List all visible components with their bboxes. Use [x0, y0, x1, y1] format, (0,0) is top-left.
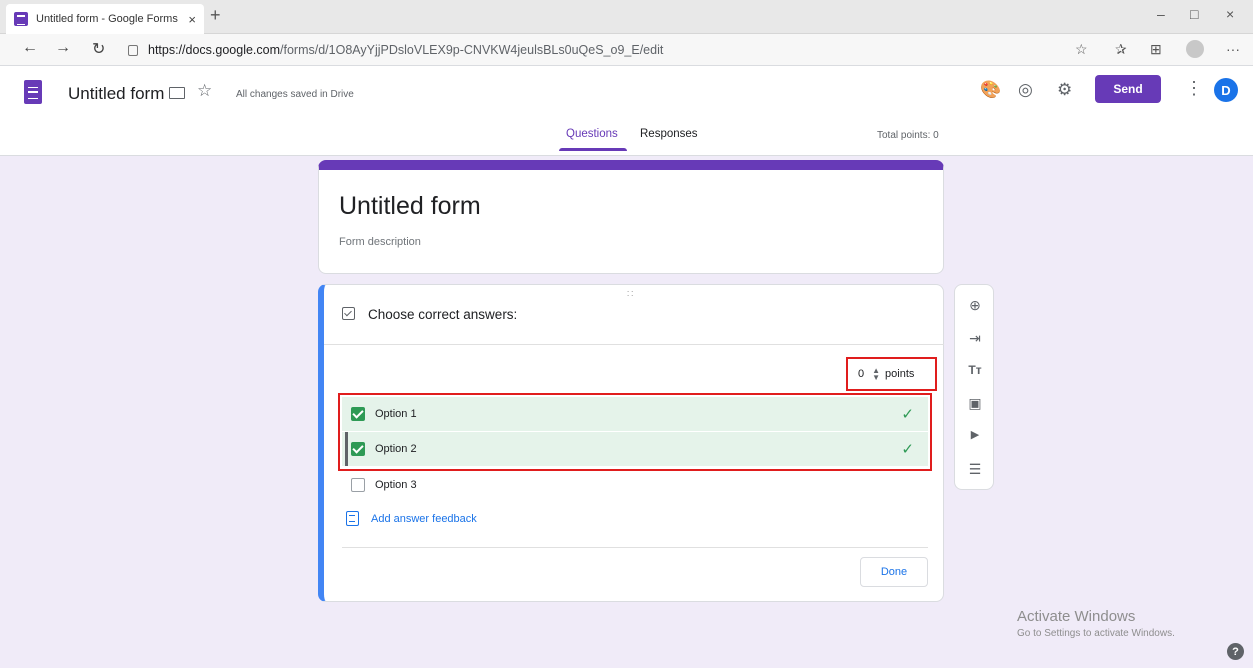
forward-icon[interactable]: → — [55, 39, 71, 57]
settings-gear-icon[interactable]: ⚙ — [1057, 80, 1072, 100]
help-icon[interactable]: ? — [1227, 643, 1244, 660]
question-text[interactable]: Choose correct answers: — [368, 307, 517, 322]
favorite-star-icon[interactable]: ☆ — [1075, 41, 1088, 58]
add-question-icon[interactable]: ⊕ — [955, 297, 995, 314]
form-tabs: Questions Responses Total points: 0 — [0, 128, 1253, 156]
forms-header: Untitled form ☆ All changes saved in Dri… — [0, 66, 1253, 156]
done-button[interactable]: Done — [860, 557, 928, 587]
drag-handle-icon[interactable]: ∷ — [627, 289, 634, 300]
add-section-icon[interactable]: ☰ — [955, 461, 995, 478]
feedback-clipboard-icon — [346, 511, 359, 526]
more-options-icon[interactable]: ⋮ — [1185, 78, 1203, 99]
browser-tab[interactable]: Untitled form - Google Forms × — [6, 4, 204, 34]
address-bar: ← → ↻ https://docs.google.com/forms/d/1O… — [0, 34, 1253, 66]
preview-eye-icon[interactable]: ◎ — [1018, 80, 1033, 100]
tab-questions[interactable]: Questions — [566, 128, 618, 140]
divider — [324, 344, 944, 345]
total-points: Total points: 0 — [877, 130, 939, 141]
send-button[interactable]: Send — [1095, 75, 1161, 103]
browser-profile-icon[interactable] — [1186, 40, 1204, 58]
option-label: Option 3 — [375, 479, 417, 491]
tab-close-icon[interactable]: × — [188, 12, 196, 27]
points-stepper[interactable]: 0 ▲ ▼ points — [846, 357, 937, 391]
hover-indicator — [345, 432, 348, 466]
import-questions-icon[interactable]: ⇥ — [955, 330, 995, 347]
watermark-title: Activate Windows — [1017, 608, 1136, 625]
tab-title: Untitled form - Google Forms — [36, 13, 178, 25]
spinner-icon[interactable]: ▲ ▼ — [872, 367, 880, 382]
form-title[interactable]: Untitled form — [339, 192, 481, 221]
minimize-icon[interactable]: – — [1157, 6, 1165, 22]
unchecked-checkbox-icon[interactable] — [351, 478, 365, 492]
add-feedback-link[interactable]: Add answer feedback — [346, 511, 477, 526]
star-icon[interactable]: ☆ — [197, 81, 212, 101]
forms-logo-icon[interactable] — [24, 80, 42, 104]
form-description[interactable]: Form description — [339, 236, 421, 248]
close-window-icon[interactable]: × — [1226, 6, 1234, 22]
checked-checkbox-icon[interactable] — [351, 442, 365, 456]
add-image-icon[interactable]: ▣ — [955, 395, 995, 412]
url-path: /forms/d/1O8AyYjjPDsloVLEX9p-CNVKW4jeuls… — [280, 43, 664, 57]
watermark-subtitle: Go to Settings to activate Windows. — [1017, 628, 1175, 639]
floating-toolbar: ⊕ ⇥ Tт ▣ ▶ ☰ — [954, 284, 994, 490]
tab-responses[interactable]: Responses — [640, 128, 698, 140]
question-card[interactable]: ∷ Choose correct answers: 0 ▲ ▼ points Op… — [318, 284, 944, 602]
favorites-bar-icon[interactable]: ✰ — [1115, 41, 1127, 58]
list-item[interactable]: Option 3 — [342, 468, 928, 502]
url-host: https://docs.google.com — [148, 43, 281, 57]
add-title-icon[interactable]: Tт — [955, 363, 995, 377]
form-title-card: Untitled form Form description — [318, 160, 944, 274]
points-label: points — [885, 368, 915, 380]
url-field[interactable]: https://docs.google.com/forms/d/1O8AyYjj… — [128, 38, 1188, 62]
checked-checkbox-icon[interactable] — [351, 407, 365, 421]
active-tab-indicator — [559, 148, 627, 151]
document-title[interactable]: Untitled form — [68, 84, 164, 104]
check-mark-icon: ✓ — [901, 441, 914, 458]
browser-tab-bar: Untitled form - Google Forms × + – □ × — [0, 0, 1253, 34]
maximize-icon[interactable]: □ — [1190, 6, 1198, 22]
windows-activation-watermark: Activate Windows Go to Settings to activ… — [1017, 608, 1175, 639]
avatar[interactable]: D — [1214, 78, 1238, 102]
list-item[interactable]: Option 2 ✓ — [342, 432, 928, 466]
save-status: All changes saved in Drive — [236, 89, 354, 100]
list-item[interactable]: Option 1 ✓ — [342, 397, 928, 431]
option-label: Option 2 — [375, 443, 417, 455]
browser-menu-icon[interactable]: ··· — [1226, 41, 1240, 57]
option-label: Option 1 — [375, 408, 417, 420]
refresh-icon[interactable]: ↻ — [92, 39, 105, 59]
checkbox-question-icon — [342, 307, 355, 320]
back-icon[interactable]: ← — [22, 39, 38, 57]
check-mark-icon: ✓ — [901, 406, 914, 423]
forms-favicon-icon — [14, 12, 28, 26]
divider — [342, 547, 928, 548]
feedback-label: Add answer feedback — [371, 512, 477, 525]
points-value[interactable]: 0 — [858, 368, 864, 380]
palette-icon[interactable]: 🎨 — [980, 80, 1001, 100]
lock-icon — [128, 44, 138, 56]
collections-icon[interactable]: ⊞ — [1150, 41, 1162, 58]
add-video-icon[interactable]: ▶ — [955, 428, 995, 441]
folder-icon[interactable] — [169, 87, 185, 99]
new-tab-icon[interactable]: + — [210, 5, 221, 26]
